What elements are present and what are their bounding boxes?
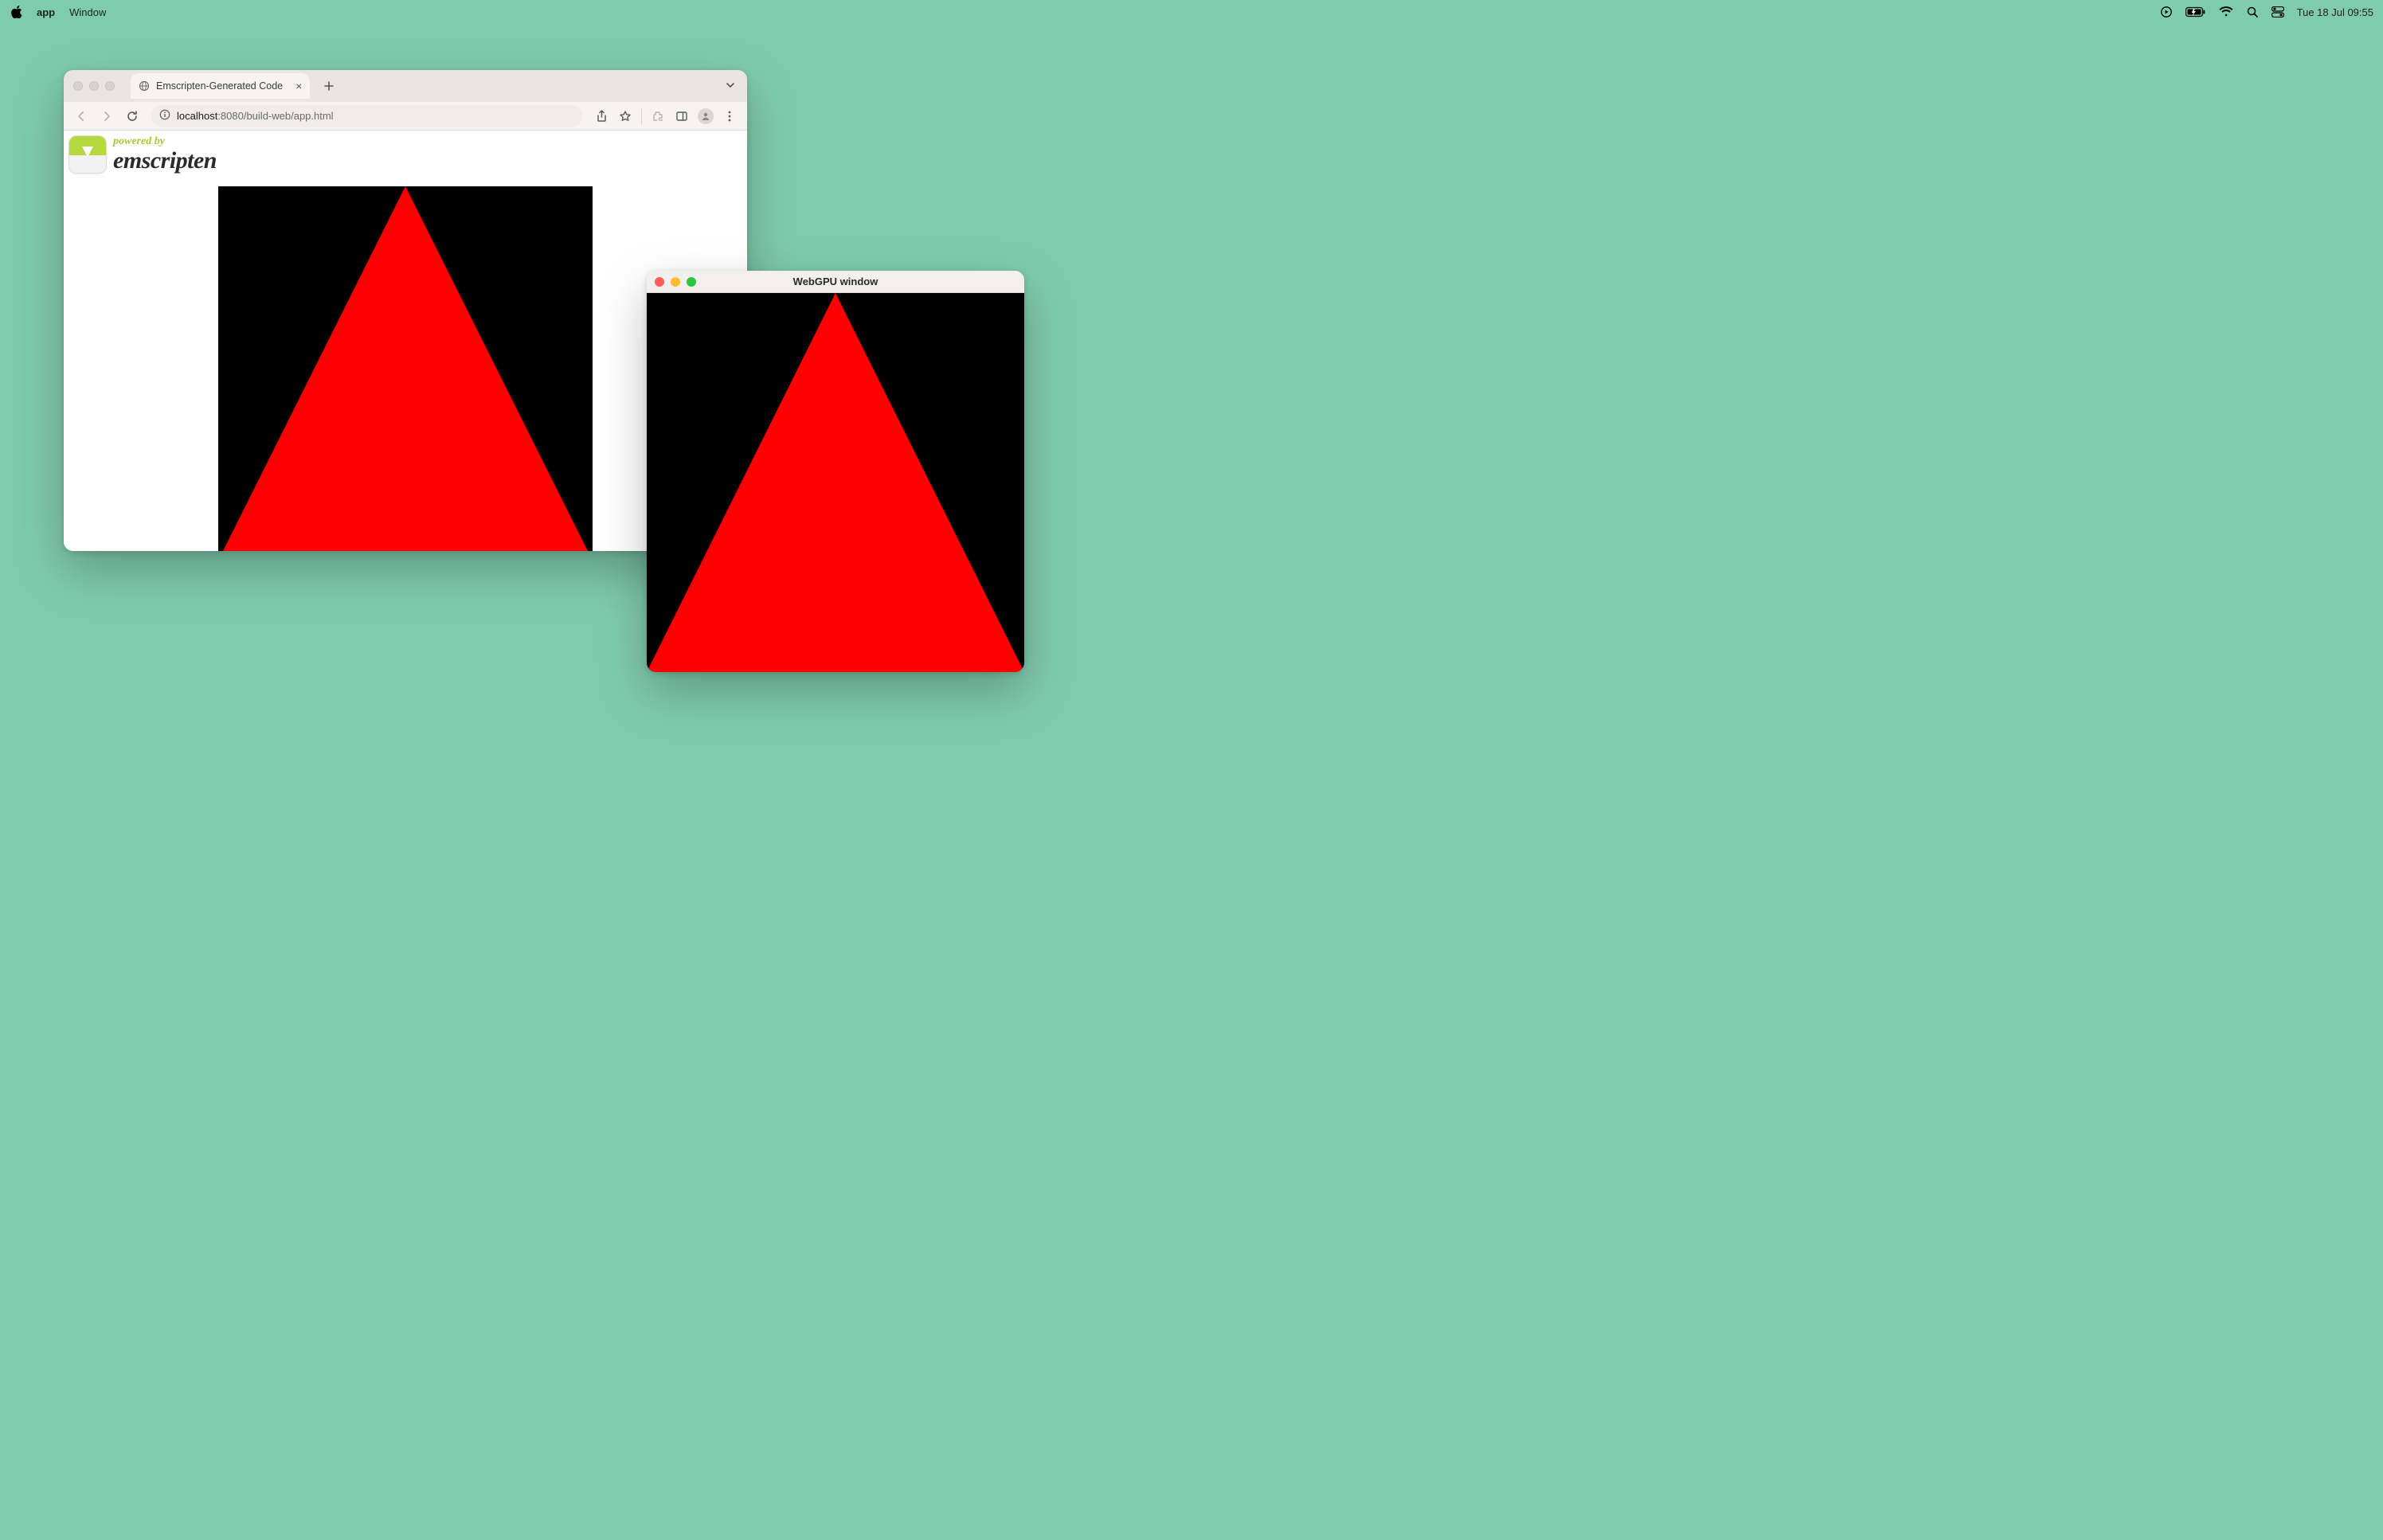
close-tab-icon[interactable]: × xyxy=(295,80,302,92)
menubar-clock[interactable]: Tue 18 Jul 09:55 xyxy=(2297,6,2373,18)
wifi-icon[interactable] xyxy=(2219,6,2233,18)
profile-button[interactable] xyxy=(695,105,717,127)
browser-window: Emscripten-Generated Code × localhost:80… xyxy=(64,70,747,551)
emscripten-banner: powered by emscripten xyxy=(64,131,747,175)
globe-icon xyxy=(139,80,150,92)
zoom-window-button[interactable] xyxy=(687,277,696,287)
webgpu-canvas-web[interactable] xyxy=(218,186,593,551)
banner-emscripten: emscripten xyxy=(113,149,217,173)
extensions-button[interactable] xyxy=(647,105,669,127)
close-window-button[interactable] xyxy=(655,277,664,287)
bookmark-button[interactable] xyxy=(614,105,636,127)
back-button[interactable] xyxy=(70,105,92,127)
minimize-window-button[interactable] xyxy=(671,277,680,287)
screen-mirroring-icon[interactable] xyxy=(2160,6,2173,18)
apple-menu-icon[interactable] xyxy=(11,6,22,18)
avatar-icon xyxy=(698,108,714,124)
native-window-title: WebGPU window xyxy=(647,276,1024,287)
reload-button[interactable] xyxy=(121,105,143,127)
zoom-window-button[interactable] xyxy=(105,81,115,91)
control-center-icon[interactable] xyxy=(2271,6,2284,18)
url-text: localhost:8080/build-web/app.html xyxy=(177,110,334,122)
menubar-item-window[interactable]: Window xyxy=(69,6,106,18)
browser-toolbar: localhost:8080/build-web/app.html xyxy=(64,102,747,131)
native-traffic-lights xyxy=(655,277,696,287)
browser-content: powered by emscripten xyxy=(64,131,747,551)
kebab-menu-button[interactable] xyxy=(718,105,741,127)
emscripten-logo-icon xyxy=(68,135,107,174)
toolbar-right xyxy=(590,105,741,127)
native-window: WebGPU window xyxy=(647,271,1024,672)
menubar-right: Tue 18 Jul 09:55 xyxy=(2160,6,2373,18)
address-bar[interactable]: localhost:8080/build-web/app.html xyxy=(151,105,582,127)
close-window-button[interactable] xyxy=(73,81,83,91)
toolbar-divider xyxy=(641,108,642,124)
macos-menubar: app Window Tue 18 Jul 09:55 xyxy=(0,0,2383,24)
browser-tabstrip: Emscripten-Generated Code × xyxy=(64,70,747,102)
browser-traffic-lights xyxy=(70,81,121,91)
menubar-left: app Window xyxy=(11,6,106,18)
new-tab-button[interactable] xyxy=(321,78,337,94)
forward-button[interactable] xyxy=(96,105,118,127)
native-titlebar[interactable]: WebGPU window xyxy=(647,271,1024,293)
sidepanel-button[interactable] xyxy=(671,105,693,127)
tab-overflow-button[interactable] xyxy=(725,80,736,93)
browser-tab[interactable]: Emscripten-Generated Code × xyxy=(131,73,310,99)
banner-powered-by: powered by xyxy=(113,136,217,147)
share-button[interactable] xyxy=(590,105,612,127)
browser-tab-title: Emscripten-Generated Code xyxy=(156,80,283,92)
site-info-icon[interactable] xyxy=(159,109,170,123)
battery-icon[interactable] xyxy=(2185,6,2206,18)
menubar-app-name[interactable]: app xyxy=(37,6,55,18)
spotlight-icon[interactable] xyxy=(2246,6,2259,18)
webgpu-canvas-native[interactable] xyxy=(647,293,1024,672)
minimize-window-button[interactable] xyxy=(89,81,99,91)
